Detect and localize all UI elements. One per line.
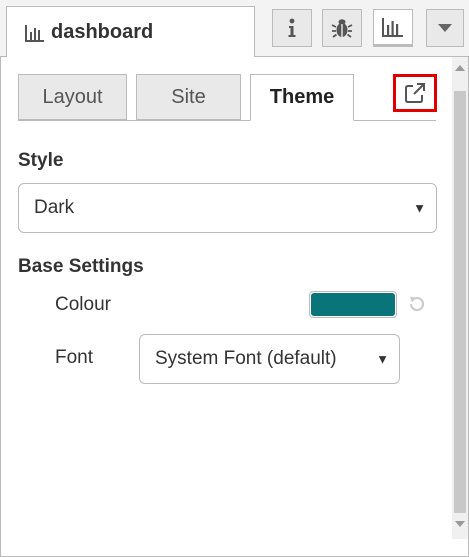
info-icon — [288, 18, 296, 37]
sidebar-tab-title: dashboard — [51, 21, 154, 43]
sidebar-menu-dropdown[interactable] — [426, 9, 464, 47]
font-select-value: System Font (default) — [155, 348, 337, 369]
tab-site[interactable]: Site — [136, 74, 241, 120]
chevron-down-icon — [438, 24, 452, 32]
debug-button[interactable] — [322, 9, 362, 47]
bar-chart-icon — [382, 18, 403, 37]
font-label: Font — [55, 347, 94, 368]
scrollbar-thumb[interactable] — [454, 91, 466, 513]
base-settings-heading: Base Settings — [18, 256, 144, 277]
external-link-icon — [405, 83, 425, 103]
select-caret-icon: ▼ — [413, 200, 426, 216]
dashboard-panel-button[interactable] — [373, 9, 413, 47]
colour-swatch — [311, 293, 395, 316]
style-select-value: Dark — [34, 197, 75, 218]
open-dashboard-button[interactable] — [393, 74, 437, 112]
bug-icon — [331, 19, 353, 38]
reset-icon[interactable] — [407, 294, 427, 314]
info-button[interactable] — [272, 9, 312, 47]
font-select[interactable]: System Font (default) ▼ — [139, 334, 400, 384]
style-heading: Style — [18, 150, 64, 171]
tabs-underline — [18, 120, 436, 121]
tab-layout[interactable]: Layout — [18, 74, 127, 120]
bar-chart-icon — [25, 24, 44, 42]
scroll-up-icon[interactable] — [455, 65, 465, 71]
select-caret-icon: ▼ — [376, 351, 389, 367]
style-select[interactable]: Dark ▼ — [18, 183, 437, 233]
sidebar-tab-dashboard[interactable]: dashboard — [6, 6, 255, 58]
scroll-down-icon[interactable] — [455, 521, 465, 527]
tab-theme[interactable]: Theme — [250, 74, 354, 121]
colour-picker[interactable] — [309, 291, 397, 318]
colour-label: Colour — [55, 294, 111, 315]
